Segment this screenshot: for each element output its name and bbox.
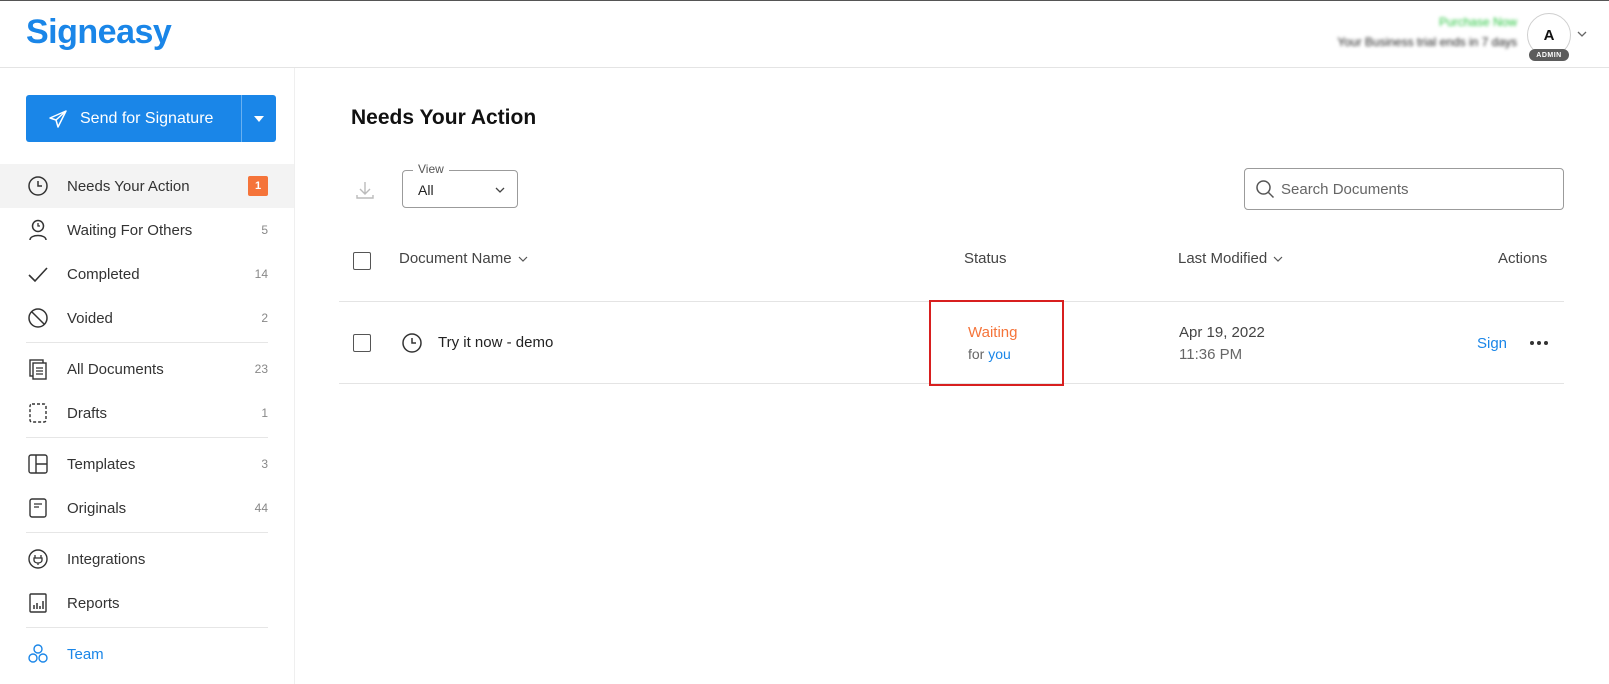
team-icon bbox=[26, 642, 50, 666]
table-row[interactable]: Try it now - demo Waiting for you Apr 19… bbox=[339, 300, 1564, 386]
trial-promo: Purchase Now Your Business trial ends in… bbox=[1337, 15, 1517, 49]
sidebar-item-count: 23 bbox=[254, 362, 268, 376]
search-icon bbox=[1256, 180, 1275, 199]
sidebar-item-label: Waiting For Others bbox=[67, 221, 193, 239]
sidebar-item-label: Needs Your Action bbox=[67, 177, 190, 195]
sidebar-divider bbox=[26, 627, 268, 628]
sidebar-item-drafts[interactable]: Drafts 1 bbox=[0, 391, 294, 435]
page-title: Needs Your Action bbox=[351, 106, 537, 129]
chevron-down-icon bbox=[495, 187, 505, 193]
sidebar: Send for Signature Needs Your Action 1 W… bbox=[0, 68, 295, 684]
ban-icon bbox=[26, 306, 50, 330]
sidebar-item-count: 1 bbox=[261, 406, 268, 420]
download-icon[interactable] bbox=[355, 180, 375, 200]
sidebar-item-templates[interactable]: Templates 3 bbox=[0, 442, 294, 486]
sidebar-item-label: All Documents bbox=[67, 360, 164, 378]
status-subtext: for you bbox=[968, 346, 1011, 362]
row-checkbox[interactable] bbox=[353, 334, 371, 352]
sidebar-item-label: Originals bbox=[67, 499, 127, 517]
original-icon bbox=[26, 496, 50, 520]
column-label: Document Name bbox=[399, 250, 512, 267]
view-filter-select[interactable]: View All bbox=[402, 162, 518, 208]
sidebar-item-label: Drafts bbox=[67, 404, 108, 422]
sidebar-item-label: Reports bbox=[67, 594, 120, 612]
sidebar-item-count: 3 bbox=[261, 457, 268, 471]
more-options-icon[interactable] bbox=[1528, 334, 1550, 352]
document-name[interactable]: Try it now - demo bbox=[438, 334, 553, 351]
select-all-checkbox[interactable] bbox=[353, 252, 371, 270]
plug-icon bbox=[26, 547, 50, 571]
template-icon bbox=[26, 452, 50, 476]
clock-icon bbox=[26, 174, 50, 198]
modified-date: Apr 19, 2022 bbox=[1179, 324, 1265, 341]
chevron-down-icon bbox=[1273, 256, 1283, 262]
column-label: Actions bbox=[1498, 250, 1548, 267]
admin-badge: ADMIN bbox=[1529, 49, 1569, 61]
send-for-signature-main[interactable]: Send for Signature bbox=[26, 95, 241, 142]
sidebar-item-team[interactable]: Team bbox=[0, 632, 294, 676]
person-clock-icon bbox=[26, 218, 50, 242]
modified-time: 11:36 PM bbox=[1179, 346, 1243, 363]
chevron-down-icon[interactable] bbox=[1577, 29, 1587, 39]
chevron-down-icon bbox=[518, 256, 527, 262]
search-input[interactable] bbox=[1281, 170, 1561, 208]
sidebar-item-voided[interactable]: Voided 2 bbox=[0, 296, 294, 340]
sidebar-item-label: Completed bbox=[67, 265, 140, 283]
signeasy-logo[interactable]: Signeasy bbox=[26, 13, 172, 52]
sidebar-item-label: Team bbox=[67, 645, 104, 663]
sidebar-item-count: 44 bbox=[254, 501, 268, 515]
purchase-now-link[interactable]: Purchase Now bbox=[1337, 15, 1517, 29]
trial-notice: Your Business trial ends in 7 days bbox=[1337, 35, 1517, 49]
view-filter-label: View bbox=[413, 162, 449, 176]
sidebar-item-count: 5 bbox=[261, 223, 268, 237]
caret-down-icon bbox=[254, 115, 264, 122]
column-label: Status bbox=[964, 250, 1007, 267]
sidebar-item-waiting-for-others[interactable]: Waiting For Others 5 bbox=[0, 208, 294, 252]
needs-action-count-badge: 1 bbox=[248, 176, 268, 196]
sidebar-item-count: 14 bbox=[254, 267, 268, 281]
sidebar-item-label: Templates bbox=[67, 455, 136, 473]
reports-icon bbox=[26, 591, 50, 615]
sidebar-nav: Needs Your Action 1 Waiting For Others 5… bbox=[0, 164, 294, 676]
sidebar-divider bbox=[26, 437, 268, 438]
documents-icon bbox=[26, 357, 50, 381]
status-assignee: you bbox=[988, 346, 1011, 362]
sidebar-divider bbox=[26, 342, 268, 343]
table-header: Document Name Status Last Modified Actio… bbox=[339, 240, 1564, 302]
sidebar-item-originals[interactable]: Originals 44 bbox=[0, 486, 294, 530]
draft-icon bbox=[26, 401, 50, 425]
status-for-label: for bbox=[968, 346, 985, 362]
send-for-signature-label: Send for Signature bbox=[80, 109, 214, 127]
status-highlight-box: Waiting for you bbox=[929, 300, 1064, 386]
status-text: Waiting bbox=[968, 324, 1018, 341]
check-icon bbox=[26, 262, 50, 286]
sidebar-item-count: 2 bbox=[261, 311, 268, 325]
view-filter-value: All bbox=[418, 182, 434, 198]
paper-plane-icon bbox=[49, 109, 67, 128]
top-header: Signeasy Purchase Now Your Business tria… bbox=[0, 0, 1609, 68]
sidebar-item-all-documents[interactable]: All Documents 23 bbox=[0, 347, 294, 391]
account-menu[interactable]: A ADMIN bbox=[1527, 13, 1587, 65]
sidebar-item-reports[interactable]: Reports bbox=[0, 581, 294, 625]
sign-button[interactable]: Sign bbox=[1477, 335, 1507, 352]
clock-icon bbox=[402, 333, 422, 353]
sidebar-item-label: Voided bbox=[67, 309, 113, 327]
column-label: Last Modified bbox=[1178, 250, 1268, 267]
sidebar-item-completed[interactable]: Completed 14 bbox=[0, 252, 294, 296]
search-box[interactable] bbox=[1244, 168, 1564, 210]
send-options-dropdown[interactable] bbox=[242, 95, 276, 142]
column-status: Status bbox=[964, 250, 1007, 267]
sidebar-item-integrations[interactable]: Integrations bbox=[0, 537, 294, 581]
sidebar-item-needs-your-action[interactable]: Needs Your Action 1 bbox=[0, 164, 294, 208]
sidebar-item-label: Integrations bbox=[67, 550, 146, 568]
column-document-name[interactable]: Document Name bbox=[399, 250, 528, 267]
send-for-signature-button[interactable]: Send for Signature bbox=[26, 95, 276, 142]
column-actions: Actions bbox=[1498, 250, 1547, 267]
column-last-modified[interactable]: Last Modified bbox=[1178, 250, 1283, 267]
sidebar-divider bbox=[26, 532, 268, 533]
